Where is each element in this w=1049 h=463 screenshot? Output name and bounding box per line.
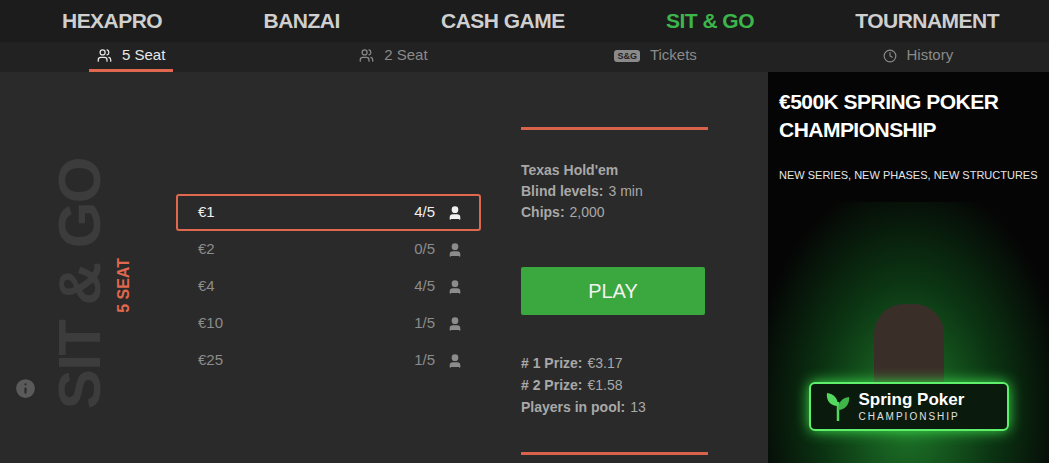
top-nav: HEXAPRO BANZAI CASH GAME SIT & GO TOURNAMENT	[0, 0, 1049, 42]
player-icon	[447, 242, 463, 258]
info-icon[interactable]	[13, 376, 38, 401]
ticket-icon: S&G	[614, 50, 640, 62]
banner-badge: Spring PokerCHAMPIONSHIP	[809, 382, 1009, 431]
nav-tab[interactable]: SIT & GO	[666, 5, 754, 37]
nav-tab[interactable]: TOURNAMENT	[855, 5, 999, 37]
clock-icon	[883, 49, 897, 63]
sub-tab[interactable]: S&GTickets	[606, 42, 704, 72]
banner-photo	[874, 304, 944, 382]
side-title: SIT & GO 5 SEAT	[0, 72, 176, 463]
sub-tabs: 5 Seat 2 Seat S&GTickets History	[0, 42, 1049, 72]
promo-banner[interactable]: €500K SPRING POKER CHAMPIONSHIP NEW SERIE…	[768, 72, 1049, 463]
banner-art: Spring PokerCHAMPIONSHIP	[768, 202, 1049, 463]
player-icon	[447, 205, 463, 221]
banner-title: €500K SPRING POKER CHAMPIONSHIP	[779, 88, 1038, 144]
sub-tab[interactable]: History	[875, 42, 962, 72]
main: SIT & GO 5 SEAT €14/5€20/5€44/5€101/5€251/…	[0, 72, 1049, 463]
app: HEXAPRO BANZAI CASH GAME SIT & GO TOURNAMENT…	[0, 0, 1049, 463]
nav-tab[interactable]: CASH GAME	[441, 5, 565, 37]
sub-tab[interactable]: 2 Seat	[351, 42, 435, 72]
buyin-row[interactable]: €14/5	[176, 194, 481, 231]
details-panel: Texas Hold'emBlind levels:3 minChips:2,0…	[521, 72, 708, 463]
game-type: Texas Hold'em	[521, 160, 708, 181]
leaf-icon	[825, 392, 851, 422]
nav-tab[interactable]: BANZAI	[264, 5, 340, 37]
side-subheading: 5 SEAT	[116, 258, 132, 313]
banner-subtitle: NEW SERIES, NEW PHASES, NEW STRUCTURES	[779, 168, 1038, 182]
player-icon	[447, 279, 463, 295]
content: SIT & GO 5 SEAT €14/5€20/5€44/5€101/5€251/…	[0, 72, 768, 463]
prize-row: # 1 Prize:€3.17	[521, 352, 708, 374]
prize-row: Players in pool:13	[521, 396, 708, 418]
buyin-list: €14/5€20/5€44/5€101/5€251/5	[176, 72, 481, 463]
buyin-row[interactable]: €251/5	[176, 342, 481, 379]
buyin-row[interactable]: €20/5	[176, 231, 481, 268]
buyin-row[interactable]: €44/5	[176, 268, 481, 305]
play-button[interactable]: PLAY	[521, 267, 705, 315]
divider	[521, 452, 708, 455]
divider	[521, 127, 708, 130]
buyin-row[interactable]: €101/5	[176, 305, 481, 342]
side-heading: SIT & GO	[50, 158, 110, 409]
nav-tab[interactable]: HEXAPRO	[62, 5, 162, 37]
prize-row: # 2 Prize:€1.58	[521, 374, 708, 396]
seats-icon	[97, 48, 112, 63]
player-icon	[447, 316, 463, 332]
detail-row: Blind levels:3 min	[521, 181, 708, 202]
detail-row: Chips:2,000	[521, 202, 708, 223]
player-icon	[447, 353, 463, 369]
seats-icon	[359, 48, 374, 63]
sub-tab[interactable]: 5 Seat	[89, 42, 173, 72]
